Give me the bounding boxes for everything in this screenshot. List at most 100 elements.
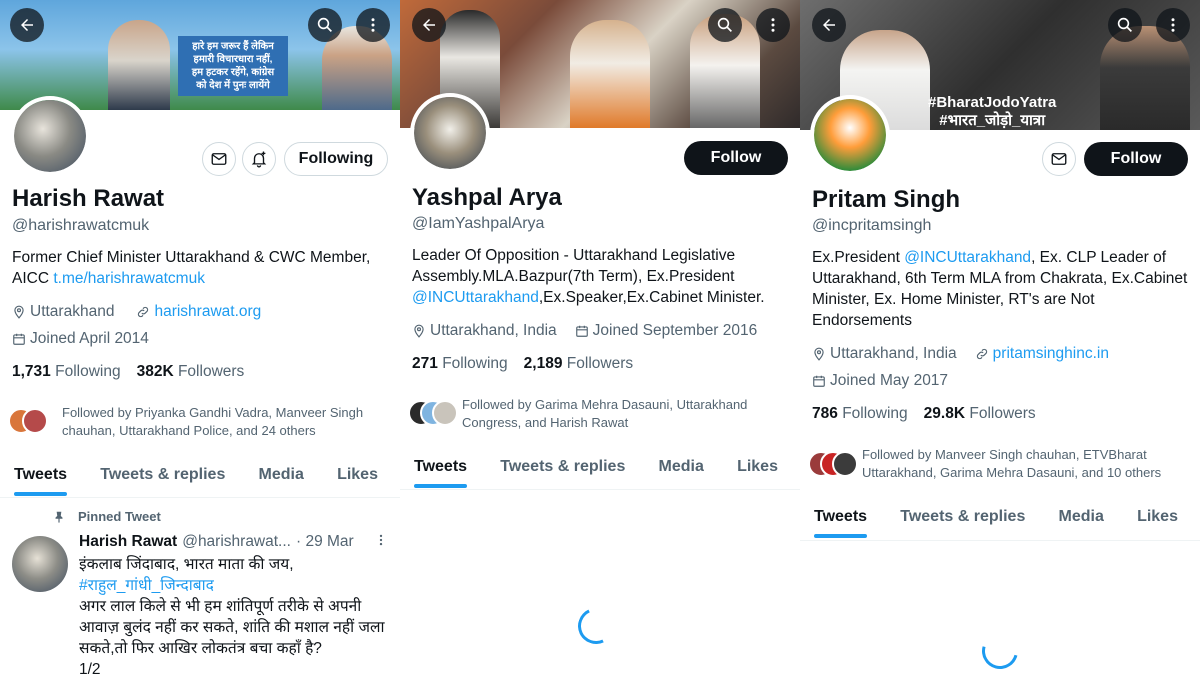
- bio-text: ,Ex.Speaker,Ex.Cabinet Minister.: [538, 289, 765, 306]
- tweet-text: अगर लाल किले से भी हम शांतिपूर्ण तरीके स…: [79, 598, 385, 657]
- notify-button[interactable]: [242, 142, 276, 176]
- calendar-icon: [13, 333, 25, 345]
- search-button[interactable]: [308, 8, 342, 42]
- joined-text: Joined September 2016: [592, 322, 758, 339]
- mail-icon: [1051, 153, 1067, 165]
- banner-text-line: को देश में पुनः लायेंगे: [196, 80, 270, 91]
- profile-handle: @harishrawatcmuk: [12, 217, 150, 234]
- tweet-date[interactable]: · 29 Mar: [296, 533, 354, 551]
- location-text: Uttarakhand: [30, 303, 115, 320]
- banner-text-line: हारे हम जरूर हैं लेकिन: [192, 41, 274, 52]
- pinned-text: Pinned Tweet: [78, 509, 161, 524]
- follow-button[interactable]: Follow: [684, 141, 788, 175]
- link-icon: [976, 348, 987, 360]
- tabs-divider: [400, 489, 800, 490]
- profile-avatar[interactable]: [10, 96, 90, 176]
- followers-count-link[interactable]: 29.8K Followers: [924, 405, 1036, 423]
- back-button[interactable]: [412, 8, 446, 42]
- followers-count-link[interactable]: 382K Followers: [137, 363, 245, 381]
- tab-likes[interactable]: Likes: [1137, 508, 1178, 526]
- profile-stats: 1,731 Following 382K Followers: [12, 363, 244, 381]
- tweet-body: इंकलाब जिंदाबाद, भारत माता की जय, #राहुल…: [79, 554, 394, 675]
- tweet-thread-count: 1/2: [79, 661, 101, 675]
- tabs-divider: [800, 540, 1200, 541]
- website-link[interactable]: harishrawat.org: [154, 303, 261, 321]
- location-icon: [414, 324, 424, 338]
- search-button[interactable]: [1108, 8, 1142, 42]
- bio-link[interactable]: t.me/harishrawatcmuk: [53, 270, 205, 287]
- more-vertical-icon: [379, 534, 383, 546]
- tab-tweets[interactable]: Tweets: [814, 508, 868, 538]
- bio-link[interactable]: @INCUttarakhand: [412, 289, 539, 306]
- tab-tweets-replies[interactable]: Tweets & replies: [100, 466, 225, 484]
- followed-by-avatars: [408, 400, 460, 426]
- following-count-link[interactable]: 786 Following: [812, 405, 908, 423]
- tweet-author-avatar[interactable]: [12, 536, 68, 592]
- following-word: Following: [55, 363, 121, 380]
- message-button[interactable]: [1042, 142, 1076, 176]
- bio-text: Ex.President: [812, 249, 905, 266]
- more-vertical-icon: [1171, 18, 1175, 32]
- tweet-author-handle: @harishrawat...: [182, 533, 291, 550]
- profile-tabs: Tweets Tweets & replies Media Likes: [0, 466, 400, 496]
- banner-text-line: हम हटकर रहेंगे, कांग्रेस: [191, 67, 275, 78]
- profile-avatar[interactable]: [810, 95, 890, 175]
- profile-name: Pritam Singh: [812, 186, 961, 213]
- profile-panel-harish-rawat: हारे हम जरूर हैं लेकिन हमारी विचारधारा न…: [0, 0, 400, 675]
- mail-icon: [211, 153, 227, 165]
- following-count: 1,731: [12, 363, 51, 380]
- tabs-divider: [0, 497, 400, 498]
- profile-avatar[interactable]: [410, 93, 490, 173]
- tab-likes[interactable]: Likes: [737, 458, 778, 476]
- calendar-icon: [575, 325, 588, 337]
- tweet-author-name[interactable]: Harish Rawat: [79, 533, 177, 551]
- profile-panel-yashpal-arya: Follow Yashpal Arya @IamYashpalArya Lead…: [400, 0, 800, 675]
- back-arrow-icon: [823, 19, 835, 31]
- followed-by-text[interactable]: Followed by Priyanka Gandhi Vadra, Manve…: [62, 404, 392, 440]
- following-button[interactable]: Following: [284, 142, 388, 176]
- tab-tweets[interactable]: Tweets: [14, 466, 68, 496]
- tab-media[interactable]: Media: [1059, 508, 1104, 526]
- follow-button[interactable]: Follow: [1084, 142, 1188, 176]
- tab-media[interactable]: Media: [259, 466, 304, 484]
- tweet-header: Harish Rawat @harishrawat... · 29 Mar: [79, 533, 354, 551]
- profile-joined: Joined April 2014: [12, 330, 149, 348]
- followers-count: 29.8K: [923, 405, 966, 422]
- back-button[interactable]: [812, 8, 846, 42]
- search-button[interactable]: [708, 8, 742, 42]
- tweet-hashtag[interactable]: #राहुल_गांधी_जिन्दाबाद: [79, 575, 394, 596]
- tab-tweets[interactable]: Tweets: [414, 458, 468, 488]
- back-arrow-icon: [21, 19, 33, 31]
- followed-by-text[interactable]: Followed by Manveer Singh chauhan, ETVBh…: [862, 446, 1192, 482]
- pinned-tweet-label: Pinned Tweet: [52, 509, 161, 524]
- banner-text-line: हमारी विचारधारा नहीं,: [193, 54, 273, 65]
- tab-tweets-replies[interactable]: Tweets & replies: [500, 458, 625, 476]
- followers-word: Followers: [566, 355, 634, 372]
- location-text: Uttarakhand, India: [430, 322, 557, 339]
- banner-poster-text: हारे हम जरूर हैं लेकिन हमारी विचारधारा न…: [178, 36, 288, 96]
- followed-by-avatars: [8, 408, 56, 434]
- banner-hashtag-line: #BharatJodoYatra: [928, 94, 1057, 111]
- following-count: 271: [412, 355, 438, 372]
- following-count-link[interactable]: 1,731 Following: [12, 363, 121, 381]
- bio-link[interactable]: @INCUttarakhand: [904, 249, 1031, 266]
- more-button[interactable]: [756, 8, 790, 42]
- profile-bio: Ex.President @INCUttarakhand, Ex. CLP Le…: [812, 247, 1192, 331]
- banner-crowd-shape: [570, 20, 650, 128]
- tab-likes[interactable]: Likes: [337, 466, 378, 484]
- followers-count-link[interactable]: 2,189 Followers: [524, 355, 633, 373]
- more-button[interactable]: [1156, 8, 1190, 42]
- profile-meta: Uttarakhand, India pritamsinghinc.in: [812, 345, 1109, 363]
- profile-bio: Leader Of Opposition - Uttarakhand Legis…: [412, 245, 792, 308]
- profile-stats: 786 Following 29.8K Followers: [812, 405, 1036, 423]
- back-button[interactable]: [10, 8, 44, 42]
- message-button[interactable]: [202, 142, 236, 176]
- tab-tweets-replies[interactable]: Tweets & replies: [900, 508, 1025, 526]
- website-link[interactable]: pritamsinghinc.in: [993, 345, 1109, 363]
- more-button[interactable]: [356, 8, 390, 42]
- banner-hashtag-line: #भारत_जोड़ो_यात्रा: [939, 112, 1046, 129]
- tweet-more-button[interactable]: [374, 533, 388, 552]
- following-count-link[interactable]: 271 Following: [412, 355, 508, 373]
- followed-by-text[interactable]: Followed by Garima Mehra Dasauni, Uttara…: [462, 396, 792, 432]
- tab-media[interactable]: Media: [659, 458, 704, 476]
